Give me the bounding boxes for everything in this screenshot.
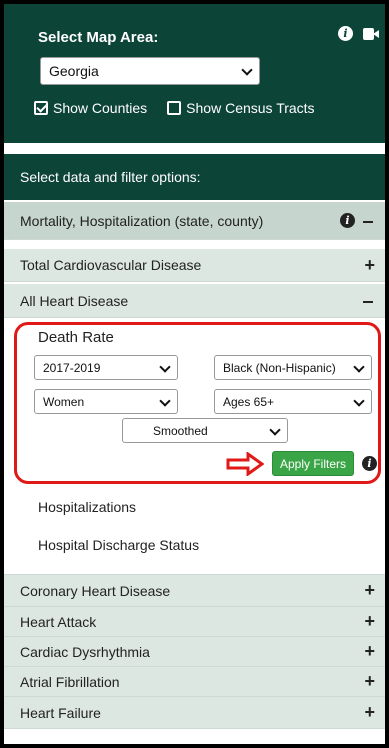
filter-options-title: Select data and filter options: [20, 169, 201, 185]
filter-options-header: Select data and filter options: [4, 154, 385, 200]
item-total-cardiovascular-disease[interactable]: Total Cardiovascular Disease + [4, 249, 385, 282]
info-icon[interactable]: i [338, 26, 353, 41]
hospitalizations-link[interactable]: Hospitalizations [38, 499, 136, 515]
collapse-minus-icon[interactable] [363, 220, 373, 223]
map-area-value: Georgia [49, 63, 99, 79]
item-all-heart-disease[interactable]: All Heart Disease [4, 284, 385, 318]
expand-plus-icon[interactable]: + [364, 641, 375, 662]
item-heart-failure[interactable]: Heart Failure + [4, 697, 385, 729]
map-panel: Select Map Area: i Georgia Show Counties… [4, 4, 385, 744]
collapse-minus-icon[interactable] [363, 300, 373, 303]
info-icon[interactable]: i [340, 213, 355, 228]
header-icons: i [338, 26, 379, 41]
map-area-title: Select Map Area: [38, 29, 159, 46]
item-label: All Heart Disease [20, 292, 129, 309]
show-census-tracts-label[interactable]: Show Census Tracts [186, 100, 314, 116]
chevron-down-icon [241, 64, 253, 76]
item-label: Heart Attack [20, 613, 97, 630]
show-census-tracts-checkbox[interactable] [167, 101, 182, 115]
item-coronary-heart-disease[interactable]: Coronary Heart Disease + [4, 574, 385, 607]
item-atrial-fibrillation[interactable]: Atrial Fibrillation + [4, 667, 385, 697]
hospital-discharge-status-link[interactable]: Hospital Discharge Status [38, 537, 199, 553]
map-area-header: Select Map Area: i Georgia Show Counties… [4, 4, 385, 143]
item-cardiac-dysrhythmia[interactable]: Cardiac Dysrhythmia + [4, 637, 385, 667]
expand-plus-icon[interactable]: + [364, 580, 375, 601]
expand-plus-icon[interactable]: + [364, 255, 375, 276]
map-area-select[interactable]: Georgia [40, 57, 260, 85]
item-label: Heart Failure [20, 704, 101, 721]
show-counties-checkbox[interactable] [34, 101, 48, 115]
show-counties-label[interactable]: Show Counties [53, 100, 147, 116]
mortality-hospitalization-row[interactable]: Mortality, Hospitalization (state, count… [4, 202, 385, 240]
item-label: Total Cardiovascular Disease [20, 257, 202, 273]
item-label: Atrial Fibrillation [20, 673, 120, 690]
item-heart-attack[interactable]: Heart Attack + [4, 607, 385, 637]
video-camera-icon[interactable] [363, 27, 379, 40]
item-label: Cardiac Dysrhythmia [20, 643, 150, 660]
highlight-box [14, 322, 381, 484]
expand-plus-icon[interactable]: + [364, 702, 375, 723]
item-label: Coronary Heart Disease [20, 582, 171, 599]
expand-plus-icon[interactable]: + [364, 671, 375, 692]
display-options: Show Counties Show Census Tracts [34, 100, 315, 116]
mortality-label: Mortality, Hospitalization (state, count… [20, 212, 264, 229]
expand-plus-icon[interactable]: + [364, 611, 375, 632]
